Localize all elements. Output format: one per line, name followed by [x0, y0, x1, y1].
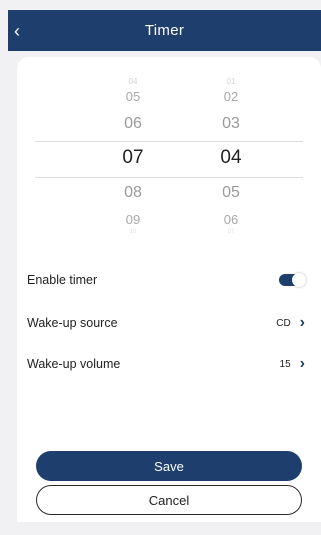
time-picker[interactable]: 04 05 06 07 08 09 10 01 02 03 04 05 06 0… [35, 67, 303, 247]
wake-up-source-value: CD [276, 317, 291, 329]
wake-up-volume-row[interactable]: Wake-up volume 15 › [27, 353, 305, 375]
top-bar: ‹ Timer [8, 10, 321, 51]
enable-timer-row[interactable]: Enable timer [27, 269, 306, 291]
cancel-button[interactable]: Cancel [36, 485, 302, 515]
wake-up-volume-label: Wake-up volume [27, 357, 121, 371]
wake-up-volume-value: 15 [279, 358, 291, 370]
hour-option[interactable]: 08 [103, 184, 163, 202]
wake-up-source-row[interactable]: Wake-up source CD › [27, 312, 305, 334]
wake-up-source-label: Wake-up source [27, 316, 118, 330]
minute-option[interactable]: 01 [201, 77, 261, 86]
chevron-right-icon[interactable]: › [300, 315, 305, 331]
minute-option[interactable]: 02 [201, 89, 261, 104]
minute-selected[interactable]: 04 [201, 147, 261, 169]
hour-option[interactable]: 05 [103, 89, 163, 104]
hour-option[interactable]: 06 [103, 115, 163, 133]
hour-option[interactable]: 09 [103, 212, 163, 227]
save-button[interactable]: Save [36, 451, 302, 481]
hour-option[interactable]: 04 [103, 77, 163, 86]
selection-line-bottom [35, 177, 303, 178]
chevron-right-icon[interactable]: › [300, 356, 305, 372]
minute-option[interactable]: 03 [201, 115, 261, 133]
selection-line-top [35, 141, 303, 142]
back-icon[interactable]: ‹ [14, 22, 20, 40]
page-title: Timer [144, 22, 185, 39]
enable-timer-label: Enable timer [27, 273, 98, 287]
minute-option[interactable]: 05 [201, 184, 261, 202]
toggle-knob [292, 273, 306, 287]
timer-card: 04 05 06 07 08 09 10 01 02 03 04 05 06 0… [17, 57, 321, 522]
minute-option[interactable]: 06 [201, 212, 261, 227]
hour-selected[interactable]: 07 [103, 147, 163, 169]
minute-option[interactable]: 07 [201, 229, 261, 235]
hour-option[interactable]: 10 [103, 229, 163, 235]
enable-timer-toggle[interactable] [279, 273, 306, 287]
